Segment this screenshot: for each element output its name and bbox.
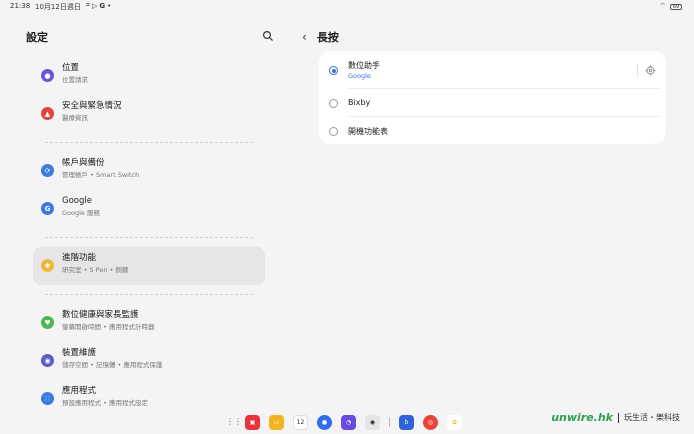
calendar-icon[interactable]: 12 bbox=[293, 414, 308, 430]
taskbar-separator bbox=[389, 417, 390, 427]
google-g-icon: G bbox=[41, 202, 54, 215]
menu-item-title: Google bbox=[62, 196, 92, 206]
menu-divider bbox=[45, 142, 253, 143]
radio-button-selected[interactable] bbox=[329, 66, 338, 75]
option-power-menu[interactable]: 開機功能表 bbox=[319, 117, 666, 147]
wifi-icon: ⌔ bbox=[659, 2, 666, 10]
menu-item-device-care[interactable]: ◉ 裝置維護 儲存空間 • 記憶體 • 應用程式保護 bbox=[33, 342, 265, 380]
menu-item-title: 應用程式 bbox=[62, 386, 97, 396]
watermark-separator bbox=[618, 412, 619, 423]
menu-item-subtitle: Google 服務 bbox=[62, 209, 100, 217]
menu-item-title: 安全與緊急情況 bbox=[62, 101, 122, 111]
menu-item-subtitle: 管理帳戶 • Smart Switch bbox=[62, 171, 140, 179]
watermark-logo: unwire.hk bbox=[551, 411, 613, 424]
bixby-icon[interactable]: b bbox=[399, 414, 414, 430]
gear-icon[interactable] bbox=[645, 65, 656, 76]
status-bar: 21:38 10月12日週日 ⌗ ▷ G • ⌔ 69 bbox=[0, 0, 694, 14]
menu-item-subtitle: 儲存空間 • 記憶體 • 應用程式保護 bbox=[62, 361, 163, 369]
menu-item-safety[interactable]: ▲ 安全與緊急情況 醫療資訊 bbox=[33, 95, 265, 133]
taskbar: ⋮⋮ ▣ ▭ 12 ● ◔ ◉ b ◎ ✿ bbox=[226, 414, 462, 430]
messages-icon[interactable]: ● bbox=[317, 414, 332, 430]
settings-menu: ● 位置 位置請求 ▲ 安全與緊急情況 醫療資訊 ⟳ 帳戶與備份 管理帳戶 • … bbox=[33, 57, 265, 418]
emergency-icon: ▲ bbox=[41, 107, 54, 120]
long-press-options-card: 數位助手 Google Bixby 開機功能表 bbox=[319, 51, 666, 144]
app-grid-icon[interactable]: ⋮⋮ bbox=[226, 417, 242, 427]
option-label: 開機功能表 bbox=[348, 127, 388, 136]
back-chevron-icon[interactable]: ‹ bbox=[302, 31, 307, 43]
apps-icon: ∷ bbox=[41, 392, 54, 405]
chrome-icon[interactable]: ◎ bbox=[423, 414, 438, 430]
photos-icon[interactable]: ✿ bbox=[447, 414, 462, 430]
option-label: 數位助手 bbox=[348, 61, 380, 70]
radio-button[interactable] bbox=[329, 99, 338, 108]
menu-item-subtitle: 預設應用程式 • 應用程式設定 bbox=[62, 399, 148, 407]
option-sublabel: Google bbox=[348, 72, 371, 80]
option-label: Bixby bbox=[348, 98, 371, 107]
menu-divider bbox=[45, 237, 253, 238]
wellbeing-icon: ♥ bbox=[41, 316, 54, 329]
play-icon: ▷ bbox=[91, 1, 98, 10]
menu-item-title: 進階功能 bbox=[62, 253, 97, 263]
menu-item-subtitle: 位置請求 bbox=[62, 76, 88, 84]
option-bixby[interactable]: Bixby bbox=[319, 89, 666, 119]
menu-item-title: 裝置維護 bbox=[62, 348, 97, 358]
detail-title: 長按 bbox=[316, 31, 339, 44]
status-right: ⌔ 69 bbox=[659, 2, 682, 11]
location-icon: ● bbox=[41, 69, 54, 82]
status-date: 10月12日週日 bbox=[35, 3, 81, 11]
vertical-separator bbox=[637, 64, 638, 77]
galaxy-store-icon[interactable]: ◔ bbox=[341, 414, 356, 430]
watermark-text: 玩生活・樂科技 bbox=[624, 413, 680, 422]
option-digital-assistant[interactable]: 數位助手 Google bbox=[319, 51, 666, 81]
care-icon: ◉ bbox=[41, 354, 54, 367]
status-time: 21:38 bbox=[10, 2, 31, 10]
google-icon: G bbox=[99, 1, 106, 10]
menu-item-wellbeing[interactable]: ♥ 數位健康與家長監護 螢幕開啟時間 • 應用程式計時器 bbox=[33, 304, 265, 342]
more-dot: • bbox=[107, 1, 112, 10]
search-icon[interactable] bbox=[262, 30, 274, 42]
camera-icon[interactable]: ◉ bbox=[365, 414, 380, 430]
menu-item-title: 帳戶與備份 bbox=[62, 158, 105, 168]
flipboard-icon[interactable]: ▣ bbox=[245, 414, 260, 430]
sync-icon: ⟳ bbox=[41, 164, 54, 177]
screenshot-icon: ⌗ bbox=[86, 1, 90, 9]
radio-button[interactable] bbox=[329, 127, 338, 136]
menu-item-title: 數位健康與家長監護 bbox=[62, 310, 139, 320]
notification-icons: ⌗ ▷ G • bbox=[86, 1, 111, 10]
menu-item-subtitle: 醫療資訊 bbox=[62, 114, 88, 122]
gear-plus-icon: ✱ bbox=[41, 259, 54, 272]
menu-item-title: 位置 bbox=[62, 63, 80, 73]
menu-item-advanced[interactable]: ✱ 進階功能 研究室 • S Pen • 側鍵 bbox=[33, 247, 265, 285]
settings-title: 設定 bbox=[26, 31, 48, 44]
menu-item-accounts[interactable]: ⟳ 帳戶與備份 管理帳戶 • Smart Switch bbox=[33, 152, 265, 190]
notes-icon[interactable]: ▭ bbox=[269, 414, 284, 430]
menu-item-apps[interactable]: ∷ 應用程式 預設應用程式 • 應用程式設定 bbox=[33, 380, 265, 418]
menu-item-google[interactable]: G Google Google 服務 bbox=[33, 190, 265, 228]
menu-item-subtitle: 螢幕開啟時間 • 應用程式計時器 bbox=[62, 323, 155, 331]
menu-divider bbox=[45, 294, 253, 295]
menu-item-location[interactable]: ● 位置 位置請求 bbox=[33, 57, 265, 95]
menu-item-subtitle: 研究室 • S Pen • 側鍵 bbox=[62, 266, 129, 274]
detail-header: ‹ 長按 bbox=[302, 29, 339, 45]
battery-icon: 69 bbox=[670, 3, 682, 10]
watermark: unwire.hk 玩生活・樂科技 bbox=[551, 411, 680, 424]
